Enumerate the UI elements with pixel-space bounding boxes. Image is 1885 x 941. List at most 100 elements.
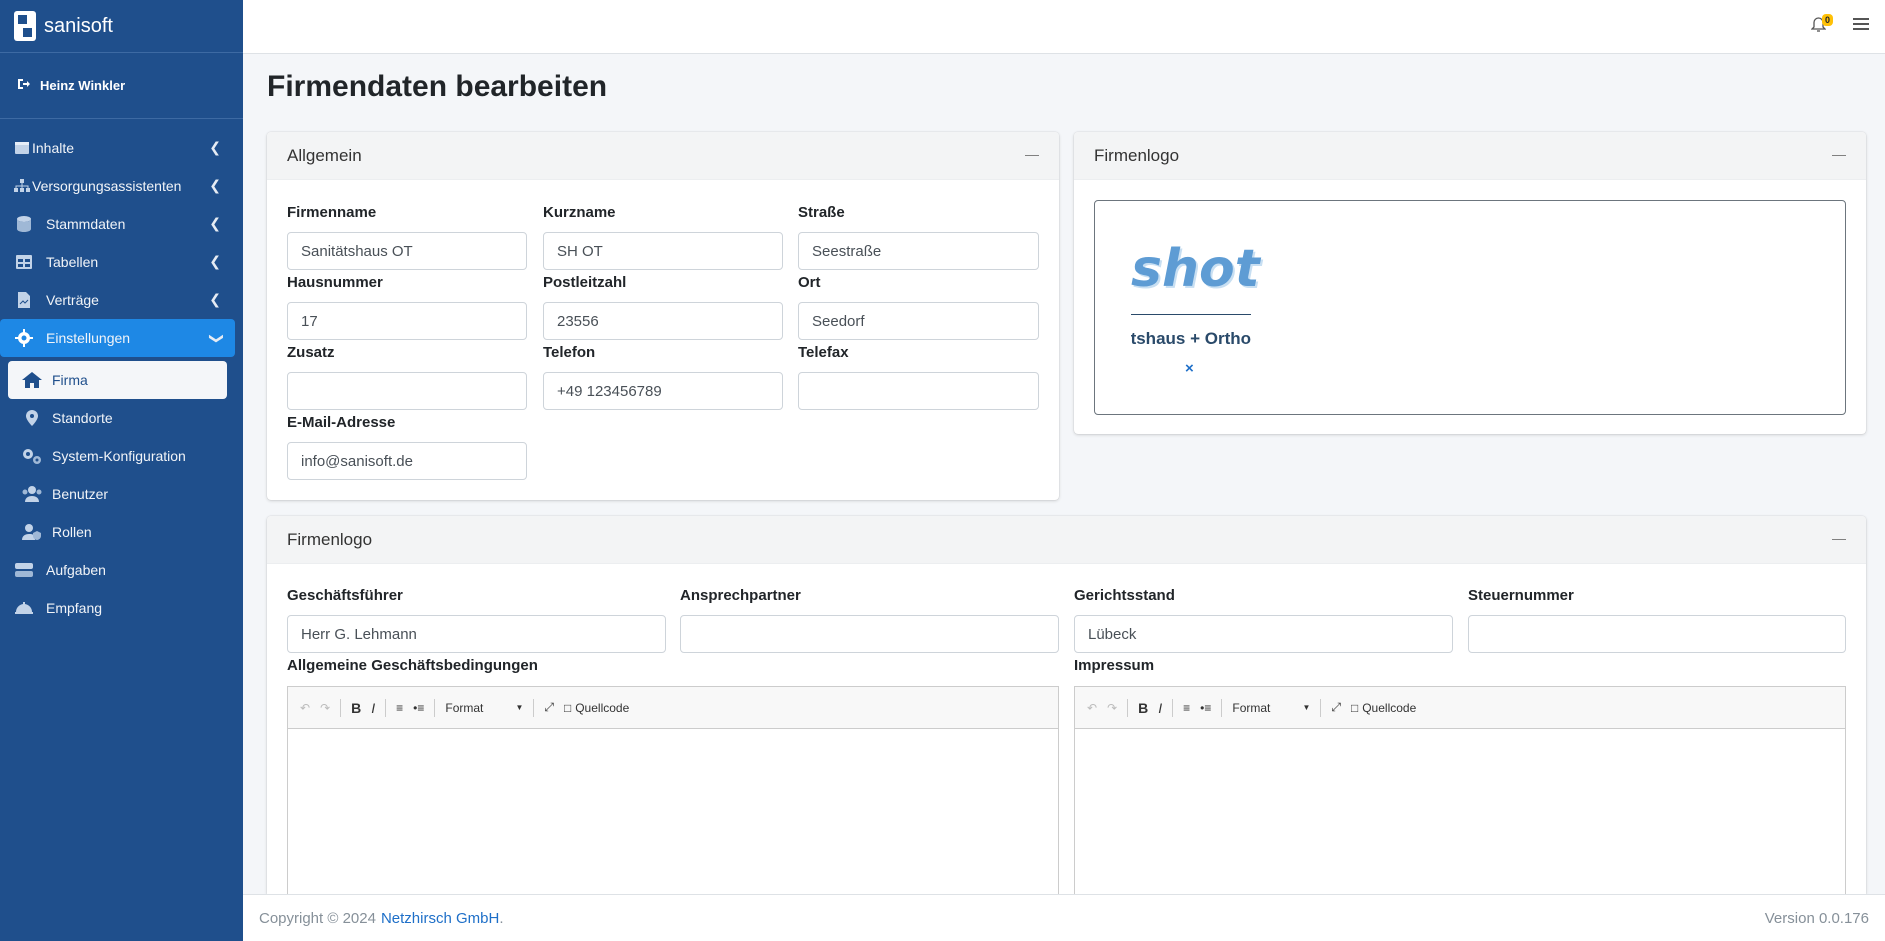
strasse-input[interactable]: Seestraße: [798, 232, 1039, 270]
steuernummer-input[interactable]: [1468, 615, 1846, 653]
steuernummer-label: Steuernummer: [1468, 587, 1574, 604]
hausnummer-input[interactable]: 17: [287, 302, 527, 340]
card-header: Allgemein —: [267, 132, 1059, 180]
bold-icon[interactable]: B: [1138, 700, 1148, 716]
page-title: Firmendaten bearbeiten: [267, 70, 608, 103]
cogs-icon: [22, 447, 42, 465]
chevron-left-icon: ❮: [209, 177, 221, 193]
sidebar-item-einstellungen[interactable]: Einstellungen ❮: [0, 319, 235, 357]
sidebar-item-tabellen[interactable]: Tabellen ❮: [0, 243, 235, 281]
menu-icon[interactable]: [1853, 15, 1869, 36]
caret-down-icon: ▼: [515, 703, 524, 712]
redo-icon[interactable]: ↷: [1107, 701, 1117, 715]
sidebar-item-standorte[interactable]: Standorte: [8, 399, 227, 437]
collapse-icon[interactable]: —: [1025, 146, 1039, 162]
sidebar-item-inhalte[interactable]: Inhalte ❮: [0, 129, 235, 167]
period-text: .: [499, 909, 504, 927]
impressum-label: Impressum: [1074, 657, 1155, 674]
ansprechpartner-input[interactable]: [680, 615, 1059, 653]
source-code-icon: □: [563, 700, 572, 715]
strasse-label: Straße: [798, 204, 845, 221]
sidebar-item-versorgungsassistenten[interactable]: Versorgungsassistenten ❮: [0, 167, 235, 205]
kurzname-label: Kurzname: [543, 204, 616, 221]
source-code-button[interactable]: □ Quellcode: [1351, 701, 1416, 715]
bullet-list-icon[interactable]: •≡: [413, 701, 424, 715]
notification-badge: 0: [1821, 14, 1833, 26]
bell-service-icon: [14, 599, 34, 617]
editor-toolbar: ↶ ↷ B I ≡ •≡ Format ▼ ⤢ □ Quellcode: [288, 687, 1058, 729]
email-input[interactable]: info@sanisoft.de: [287, 442, 527, 480]
ordered-list-icon[interactable]: ≡: [1183, 701, 1190, 715]
bold-icon[interactable]: B: [351, 700, 361, 716]
sidebar-item-label: Benutzer: [52, 486, 109, 502]
source-code-button[interactable]: □ Quellcode: [564, 701, 629, 715]
telefax-label: Telefax: [798, 344, 849, 361]
sidebar: sanisoft Heinz Winkler Inhalte ❮ Versorg…: [0, 0, 243, 941]
geschaeftsfuehrer-input[interactable]: Herr G. Lehmann: [287, 615, 666, 653]
topbar: 0: [243, 0, 1885, 54]
sidebar-item-label: Standorte: [52, 410, 113, 426]
fullscreen-icon[interactable]: ⤢: [1331, 700, 1341, 715]
sidebar-item-system-konfiguration[interactable]: System-Konfiguration: [8, 437, 227, 475]
collapse-icon[interactable]: —: [1832, 530, 1846, 546]
card-header: Firmenlogo —: [1074, 132, 1866, 180]
location-icon: [22, 409, 42, 427]
source-code-icon: □: [1350, 700, 1359, 715]
remove-logo-icon[interactable]: ×: [1185, 360, 1194, 377]
database-icon: [14, 215, 34, 233]
sidebar-item-label: Empfang: [46, 600, 103, 616]
sidebar-item-label: System-Konfiguration: [52, 448, 186, 464]
telefon-label: Telefon: [543, 344, 596, 361]
ansprechpartner-label: Ansprechpartner: [680, 587, 801, 604]
sidebar-item-rollen[interactable]: Rollen: [8, 513, 227, 551]
sidebar-item-empfang[interactable]: Empfang: [0, 589, 235, 627]
redo-icon[interactable]: ↷: [320, 701, 330, 715]
footer: Copyright © 2024 Netzhirsch GmbH. Versio…: [243, 894, 1885, 941]
zusatz-input[interactable]: [287, 372, 527, 410]
card-rechtliches: Firmenlogo — Geschäftsführer Herr G. Leh…: [267, 516, 1866, 906]
company-link[interactable]: Netzhirsch GmbH: [381, 910, 499, 927]
card-header: Firmenlogo —: [267, 516, 1866, 564]
firmenname-input[interactable]: Sanitätshaus OT: [287, 232, 527, 270]
format-dropdown[interactable]: Format ▼: [445, 701, 523, 715]
collapse-icon[interactable]: —: [1832, 146, 1846, 162]
card-firmenlogo: Firmenlogo — shot Sanitätshaus + Ortho ×: [1074, 132, 1866, 434]
table-icon: [14, 253, 34, 271]
sidebar-item-stammdaten[interactable]: Stammdaten ❮: [0, 205, 235, 243]
email-label: E-Mail-Adresse: [287, 414, 396, 431]
italic-icon[interactable]: I: [1158, 700, 1162, 716]
brand[interactable]: sanisoft: [0, 0, 243, 53]
fullscreen-icon[interactable]: ⤢: [544, 700, 554, 715]
kurzname-input[interactable]: SH OT: [543, 232, 783, 270]
sidebar-nav: Inhalte ❮ Versorgungsassistenten ❮ Stamm…: [0, 119, 243, 627]
sidebar-item-aufgaben[interactable]: Aufgaben: [0, 551, 235, 589]
user-name: Heinz Winkler: [40, 78, 126, 93]
ort-input[interactable]: Seedorf: [798, 302, 1039, 340]
ordered-list-icon[interactable]: ≡: [396, 701, 403, 715]
chevron-left-icon: ❮: [209, 253, 221, 269]
telefax-input[interactable]: [798, 372, 1039, 410]
bullet-list-icon[interactable]: •≡: [1200, 701, 1211, 715]
postleitzahl-input[interactable]: 23556: [543, 302, 783, 340]
sidebar-item-firma[interactable]: Firma: [8, 361, 227, 399]
gerichtsstand-input[interactable]: Lübeck: [1074, 615, 1453, 653]
sidebar-item-benutzer[interactable]: Benutzer: [8, 475, 227, 513]
format-label: Format: [1232, 700, 1271, 715]
user-panel[interactable]: Heinz Winkler: [0, 53, 243, 119]
company-logo-word: shot: [1131, 239, 1260, 299]
card-title: Allgemein: [287, 145, 362, 165]
box-icon: [14, 139, 30, 157]
chevron-left-icon: ❮: [209, 215, 221, 231]
format-dropdown[interactable]: Format ▼: [1232, 701, 1310, 715]
undo-icon[interactable]: ↶: [300, 701, 310, 715]
ort-label: Ort: [798, 274, 821, 291]
logo-upload-area[interactable]: shot Sanitätshaus + Ortho ×: [1094, 200, 1846, 415]
source-code-label: Quellcode: [1362, 700, 1417, 715]
telefon-input[interactable]: +49 123456789: [543, 372, 783, 410]
sidebar-item-label: Firma: [52, 372, 88, 388]
italic-icon[interactable]: I: [371, 700, 375, 716]
undo-icon[interactable]: ↶: [1087, 701, 1097, 715]
brand-name: sanisoft: [44, 14, 113, 37]
logout-icon: [16, 78, 30, 93]
sidebar-item-vertraege[interactable]: Verträge ❮: [0, 281, 235, 319]
